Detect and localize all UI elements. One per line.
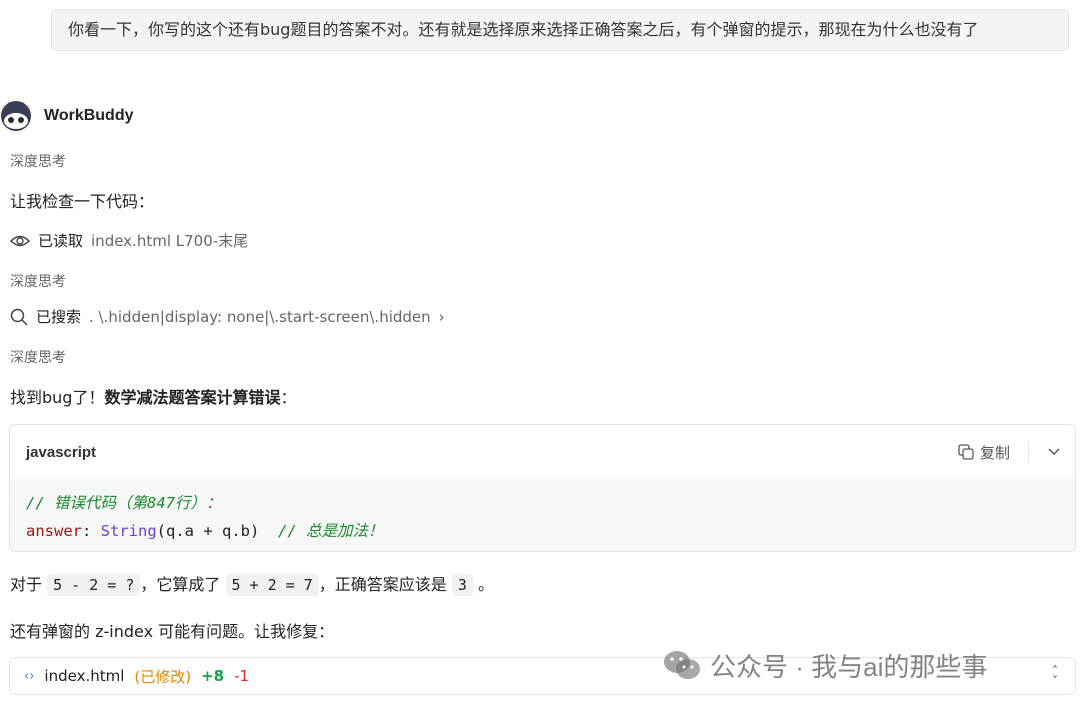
code-args: (q.a + q.b): [156, 522, 278, 540]
explain-text-b: ，它算成了: [140, 575, 221, 594]
lines-removed: -1: [234, 667, 250, 685]
file-status: (已修改): [134, 667, 192, 686]
watermark: 公众号 · 我与ai的那些事: [662, 645, 987, 685]
search-icon: [10, 308, 28, 326]
copy-button[interactable]: 复制: [958, 442, 1010, 463]
code-function: String: [100, 522, 157, 540]
found-prefix: 找到bug了！: [10, 388, 105, 407]
eye-icon: [10, 235, 30, 246]
inline-code-1: 5 - 2 = ?: [47, 574, 141, 596]
found-bug-text: 找到bug了！数学减法题答案计算错误：: [10, 384, 297, 408]
lines-added: +8: [201, 667, 225, 685]
thinking-toggle-1[interactable]: 深度思考: [10, 151, 66, 171]
code-inline-comment: // 总是加法！: [278, 522, 384, 540]
read-tool-step[interactable]: 已读取 index.html L700-末尾: [10, 230, 248, 251]
inline-code-3: 3: [451, 574, 473, 596]
watermark-text: 公众号 · 我与ai的那些事: [710, 651, 988, 682]
code-key: answer: [26, 522, 82, 540]
search-label: 已搜索: [36, 308, 82, 326]
code-colon: :: [82, 522, 101, 540]
explain-text-a: 对于: [10, 575, 43, 594]
divider: [1028, 442, 1029, 462]
code-comment: // 错误代码（第847行）：: [26, 494, 222, 512]
explain-paragraph-1: 对于 5 - 2 = ? ，它算成了 5 + 2 = 7 ，正确答案应该是 3 。: [10, 571, 495, 596]
copy-label: 复制: [979, 443, 1010, 462]
found-bold: 数学减法题答案计算错误: [104, 388, 281, 407]
agent-name: WorkBuddy: [44, 107, 134, 124]
found-suffix: ：: [280, 388, 297, 407]
thinking-toggle-3[interactable]: 深度思考: [10, 347, 66, 367]
search-arg: . \.hidden|display: none|\.start-screen\…: [89, 307, 431, 326]
code-body: // 错误代码（第847行）： answer: String(q.a + q.b…: [10, 479, 1075, 551]
read-label: 已读取: [38, 232, 84, 250]
explain-text-d: 。: [478, 575, 495, 594]
intro-text: 让我检查一下代码：: [10, 192, 155, 211]
code-file-icon: ‹›: [24, 668, 35, 684]
chevron-right-icon: ›: [438, 307, 445, 326]
code-block-header: javascript 复制: [10, 425, 1075, 479]
code-block: javascript 复制 // 错误代码（第847行）： answer: St…: [9, 424, 1076, 552]
file-name: index.html: [44, 667, 125, 685]
copy-icon: [958, 444, 974, 460]
expand-toggle-icon[interactable]: ˄ ˅: [1052, 665, 1058, 687]
code-actions: 复制: [958, 442, 1075, 463]
agent-header: WorkBuddy: [0, 98, 133, 134]
inline-code-2: 5 + 2 = 7: [225, 574, 319, 596]
read-arg: index.html L700-末尾: [91, 232, 249, 250]
wechat-icon: [664, 651, 700, 679]
thinking-toggle-2[interactable]: 深度思考: [10, 271, 66, 291]
explain-text-c: ，正确答案应该是: [318, 575, 447, 594]
chevron-down-icon[interactable]: [1047, 447, 1061, 457]
code-language: javascript: [26, 443, 97, 461]
agent-avatar-icon: [1, 101, 31, 131]
search-tool-step[interactable]: 已搜索 . \.hidden|display: none|\.start-scr…: [10, 306, 445, 327]
explain-paragraph-2: 还有弹窗的 z-index 可能有问题。让我修复：: [10, 622, 335, 641]
user-message: 你看一下，你写的这个还有bug题目的答案不对。还有就是选择原来选择正确答案之后，…: [51, 9, 1069, 51]
